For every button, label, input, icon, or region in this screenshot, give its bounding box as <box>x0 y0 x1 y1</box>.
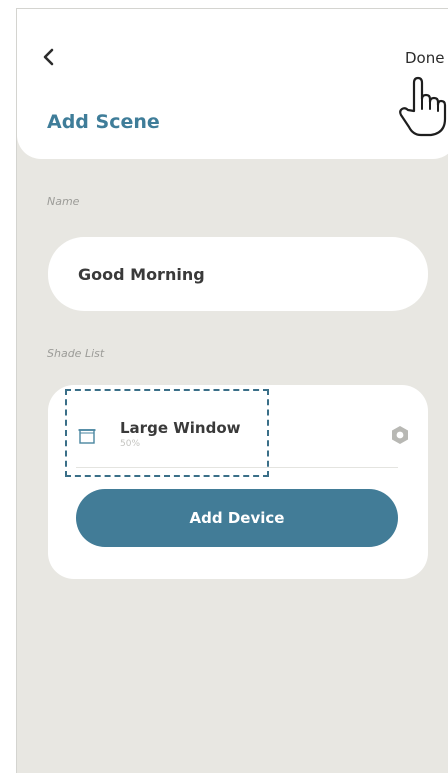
add-device-button[interactable]: Add Device <box>76 489 398 547</box>
name-section-label: Name <box>47 195 80 208</box>
shade-list-label: Shade List <box>47 347 105 360</box>
chevron-left-icon <box>43 48 54 66</box>
back-button[interactable] <box>37 45 61 69</box>
scene-name-value: Good Morning <box>78 265 205 284</box>
done-button[interactable]: Done <box>405 49 444 67</box>
app-screen: Done Add Scene Name Good Morning Shade L… <box>16 8 448 773</box>
page-title: Add Scene <box>47 111 160 133</box>
selection-highlight <box>65 389 269 477</box>
hand-pointer-icon <box>399 76 447 137</box>
hexagon-settings-icon[interactable] <box>390 425 410 445</box>
scene-name-field[interactable]: Good Morning <box>48 237 428 311</box>
header: Done Add Scene <box>17 9 448 159</box>
